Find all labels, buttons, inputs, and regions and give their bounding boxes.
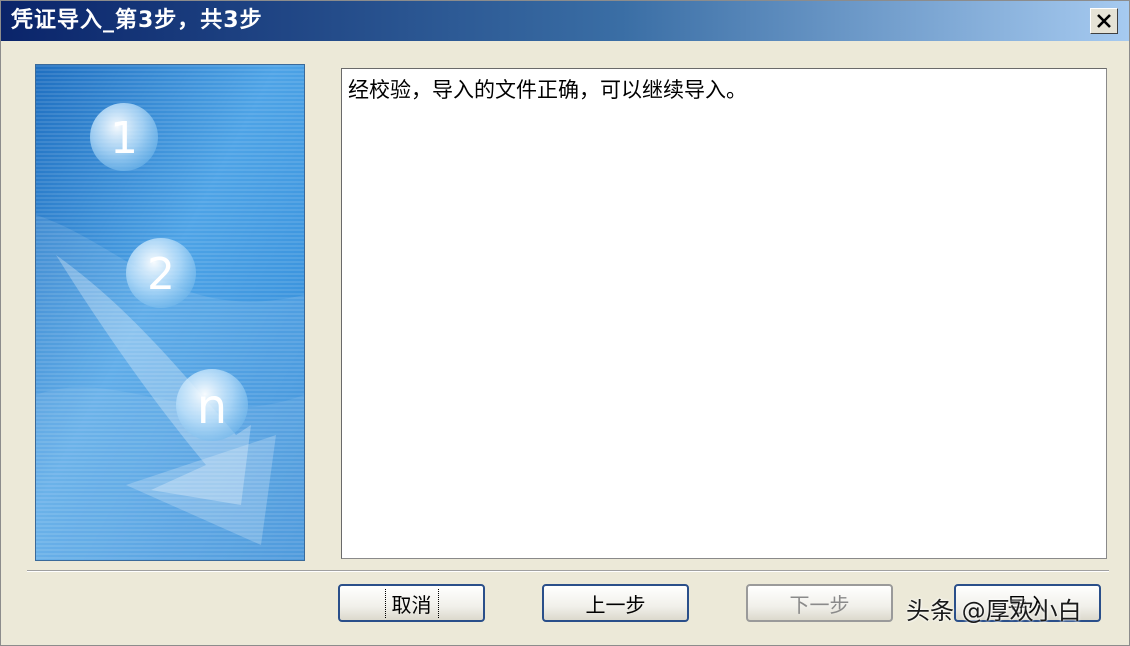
wizard-illustration-graphic: 1 2 n <box>36 65 304 560</box>
title-bar[interactable]: 凭证导入_第3步，共3步 <box>1 1 1129 41</box>
step-1-label: 1 <box>110 113 138 164</box>
next-button-label: 下一步 <box>789 592 850 617</box>
button-divider <box>27 570 1109 572</box>
cancel-button-label: 取消 <box>384 588 439 618</box>
previous-button-label: 上一步 <box>585 592 646 617</box>
window-title: 凭证导入_第3步，共3步 <box>11 8 263 33</box>
watermark: 头条 @厚欢小白 <box>906 597 1082 625</box>
step-2-label: 2 <box>147 249 175 300</box>
close-icon <box>1097 14 1111 28</box>
cancel-button[interactable]: 取消 <box>338 584 485 622</box>
previous-button[interactable]: 上一步 <box>542 584 689 622</box>
step-n-label: n <box>197 379 227 435</box>
validation-message: 经校验，导入的文件正确，可以继续导入。 <box>348 78 747 102</box>
message-panel: 经校验，导入的文件正确，可以继续导入。 <box>341 68 1107 559</box>
wizard-window: 凭证导入_第3步，共3步 1 2 n 经校验，导入的文件正确，可以继续导入。 取… <box>0 0 1130 646</box>
close-button[interactable] <box>1090 8 1118 34</box>
step-1-bubble: 1 <box>90 103 158 171</box>
wizard-illustration: 1 2 n <box>35 64 305 561</box>
step-2-bubble: 2 <box>126 238 196 308</box>
step-n-bubble: n <box>176 369 248 441</box>
next-button: 下一步 <box>746 584 893 622</box>
